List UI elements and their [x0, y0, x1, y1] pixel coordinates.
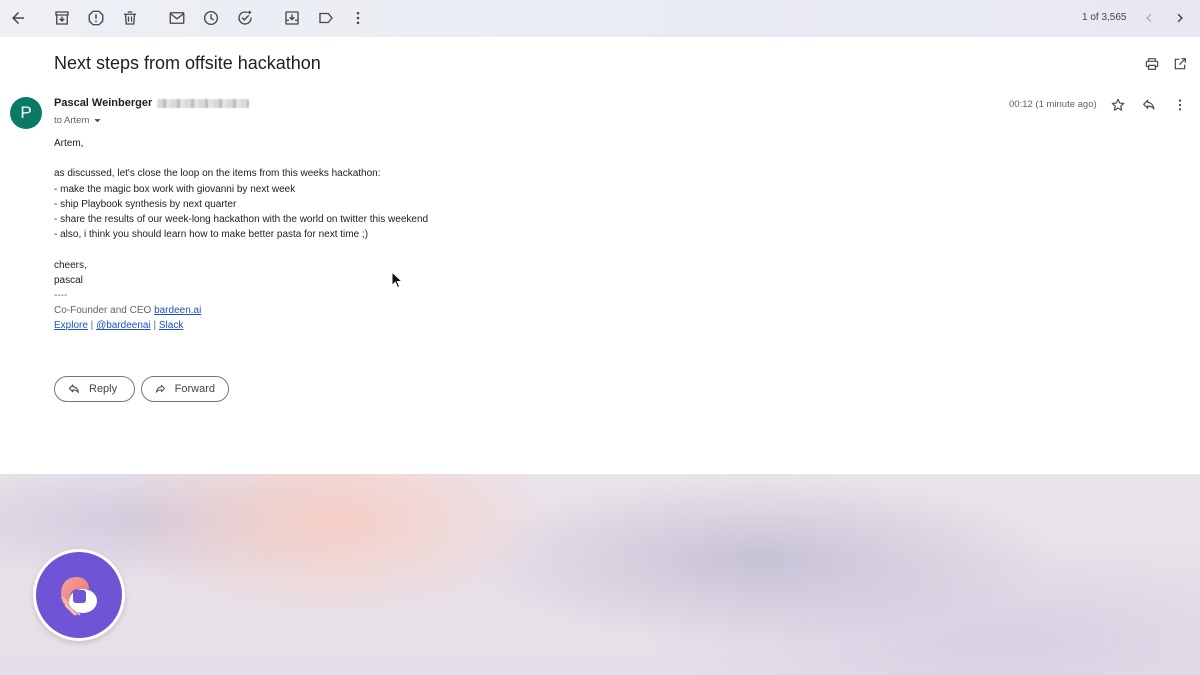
- recipient-text: to Artem: [54, 115, 90, 126]
- sender-avatar[interactable]: P: [10, 97, 42, 129]
- star-icon[interactable]: [1107, 94, 1129, 116]
- link-separator: |: [150, 320, 159, 332]
- sender-signoff: pascal: [54, 274, 83, 286]
- mouse-pointer-icon: [391, 271, 403, 289]
- slack-link[interactable]: Slack: [159, 320, 183, 331]
- reply-icon[interactable]: [1138, 94, 1160, 116]
- list-item: - ship Playbook synthesis by next quarte…: [54, 198, 237, 210]
- signature-links: Explore | @bardeenai | Slack: [54, 318, 428, 333]
- label-icon[interactable]: [314, 6, 338, 30]
- reply-button[interactable]: Reply: [54, 376, 135, 402]
- bardeen-logo-badge[interactable]: [33, 549, 125, 641]
- newer-chevron-icon[interactable]: [1137, 6, 1161, 30]
- details-dropdown-icon[interactable]: [93, 116, 102, 125]
- message-toolbar: 1 of 3,565: [0, 0, 1200, 37]
- add-task-icon[interactable]: [233, 6, 257, 30]
- email-panel: Next steps from offsite hackathon P Pasc…: [0, 37, 1200, 474]
- link-separator: |: [87, 320, 97, 332]
- signature-separator: ----: [54, 289, 68, 301]
- list-item: - also, i think you should learn how to …: [54, 229, 369, 241]
- twitter-link[interactable]: @bardeenai: [96, 320, 151, 331]
- list-item: - share the results of our week-long hac…: [54, 213, 429, 225]
- closing: cheers,: [54, 259, 87, 271]
- intro-line: as discussed, let's close the loop on th…: [54, 168, 381, 180]
- email-subject: Next steps from offsite hackathon: [54, 53, 321, 73]
- bardeen-logo-icon: [61, 577, 97, 616]
- email-body: Artem, as discussed, let's close the loo…: [54, 136, 428, 333]
- reply-arrow-icon: [68, 384, 79, 394]
- back-arrow-icon[interactable]: [6, 6, 30, 30]
- report-spam-icon[interactable]: [84, 6, 108, 30]
- recipient-line[interactable]: to Artem: [54, 115, 102, 126]
- snooze-icon[interactable]: [199, 6, 223, 30]
- pager-count: 1 of 3,565: [1082, 12, 1127, 23]
- move-to-icon[interactable]: [280, 6, 304, 30]
- greeting: Artem,: [54, 138, 84, 149]
- open-in-new-window-icon[interactable]: [1169, 53, 1191, 75]
- archive-icon[interactable]: [50, 6, 74, 30]
- delete-icon[interactable]: [118, 6, 142, 30]
- list-item: - make the magic box work with giovanni …: [54, 183, 296, 195]
- print-icon[interactable]: [1141, 53, 1163, 75]
- more-vert-icon[interactable]: [346, 6, 370, 30]
- bardeen-link[interactable]: bardeen.ai: [154, 305, 201, 316]
- sender-email-redacted: [157, 99, 249, 108]
- signature-title: Co-Founder and CEO bardeen.ai: [54, 303, 428, 318]
- forward-label: Forward: [174, 383, 215, 395]
- mark-unread-icon[interactable]: [165, 6, 189, 30]
- older-chevron-icon[interactable]: [1168, 6, 1192, 30]
- sender-name[interactable]: Pascal Weinberger: [54, 97, 152, 109]
- received-time: 00:12 (1 minute ago): [1009, 99, 1097, 110]
- explore-link[interactable]: Explore: [54, 320, 88, 331]
- forward-button[interactable]: Forward: [141, 376, 229, 402]
- reply-label: Reply: [89, 383, 118, 395]
- signature-prefix: Co-Founder and CEO: [54, 305, 155, 317]
- message-more-vert-icon[interactable]: [1169, 94, 1191, 116]
- forward-arrow-icon: [155, 384, 166, 393]
